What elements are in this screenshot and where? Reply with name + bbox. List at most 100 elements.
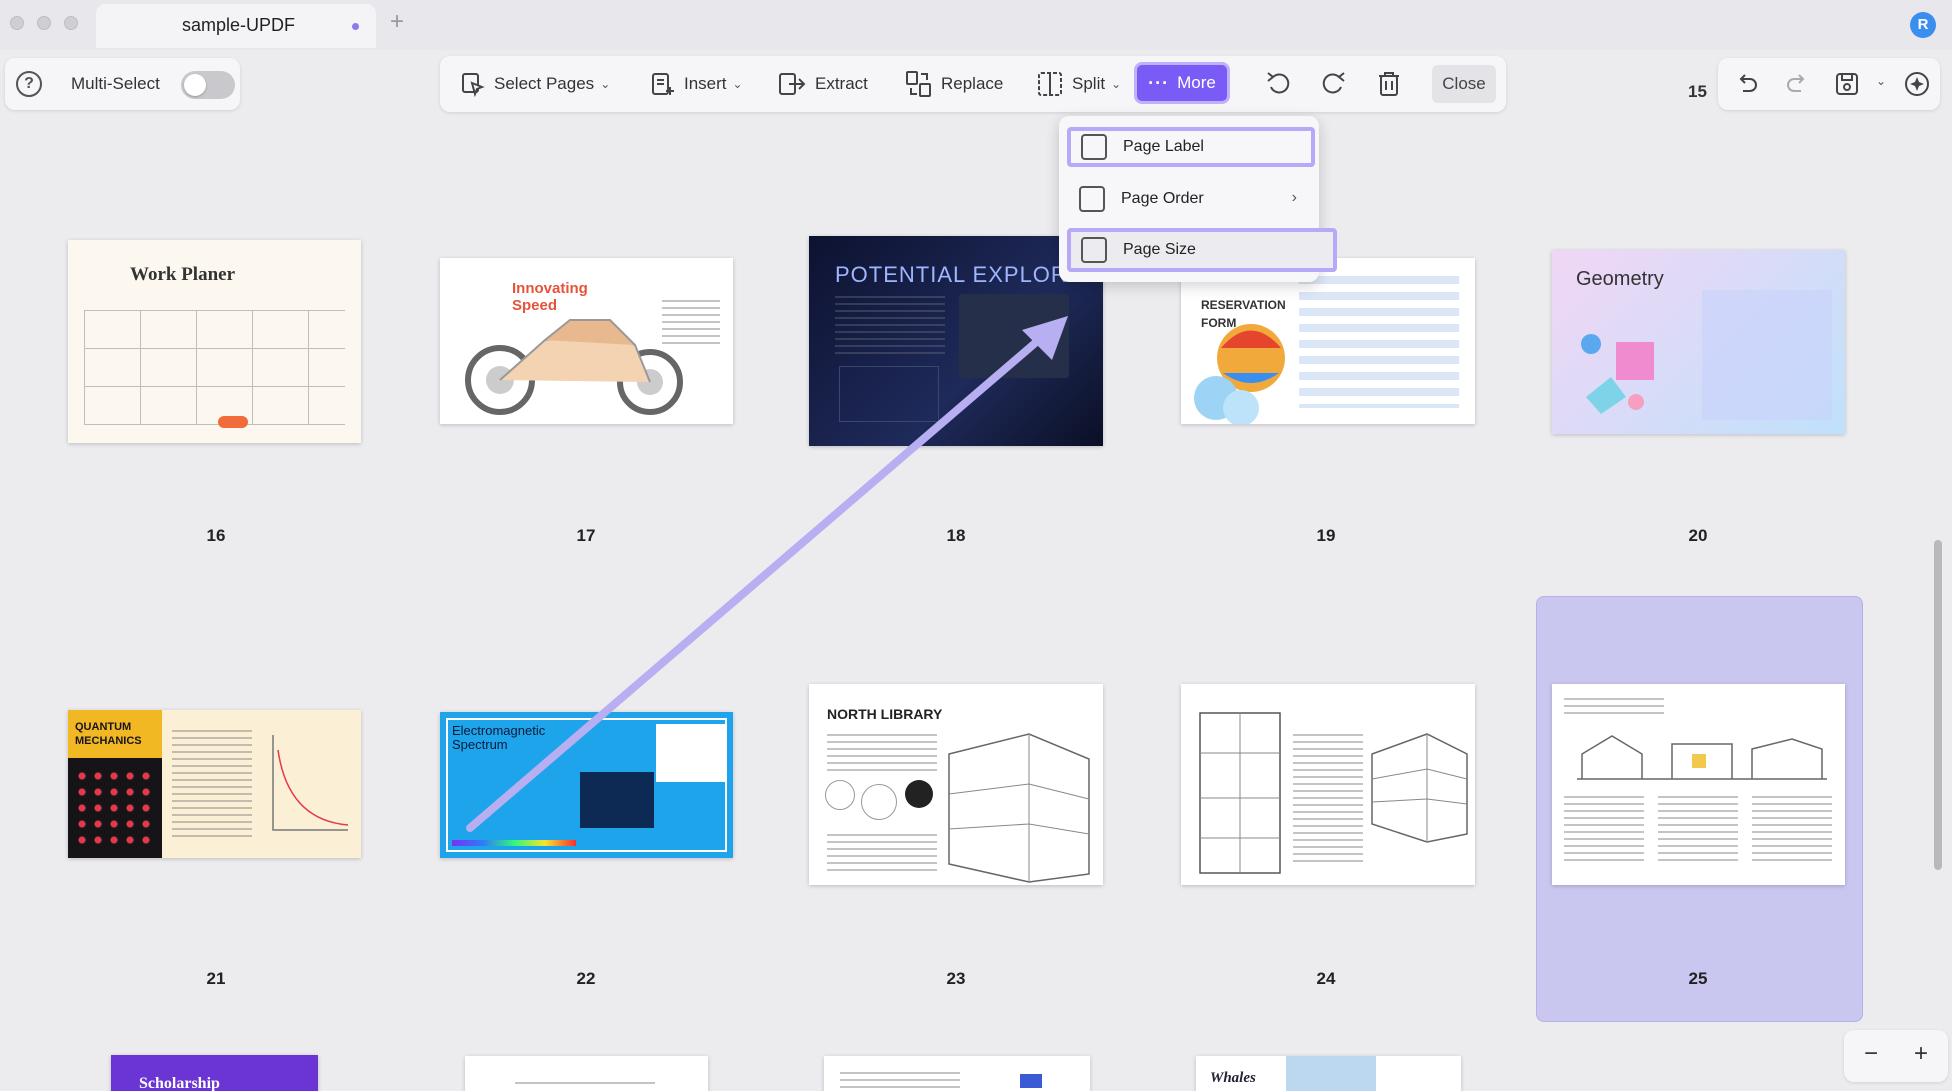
symbol-grid xyxy=(74,768,156,850)
menu-item-page-size[interactable]: Page Size xyxy=(1067,228,1337,272)
trash-icon[interactable] xyxy=(1374,69,1404,99)
save-icon[interactable] xyxy=(1834,71,1860,97)
page-title: Electromagnetic Spectrum xyxy=(452,723,546,752)
page-thumbnail-19[interactable]: RESERVATION FORM xyxy=(1181,258,1475,424)
text-block xyxy=(1658,796,1738,866)
hot-air-balloon-illustration xyxy=(1194,324,1285,424)
page-number: 24 xyxy=(1316,969,1336,988)
text-block xyxy=(172,730,252,840)
insert-icon xyxy=(652,73,674,95)
replace-label: Replace xyxy=(941,74,1004,93)
page-thumbnail-23[interactable]: NORTH LIBRARY xyxy=(809,684,1103,885)
ai-assistant-icon[interactable] xyxy=(1902,69,1932,99)
select-pages-button[interactable]: Select Pages ⌄ xyxy=(460,66,610,102)
building-section-sketch xyxy=(1577,735,1827,780)
page-thumbnail-24[interactable] xyxy=(1181,684,1475,885)
text-block xyxy=(827,834,937,874)
page-thumbnail-17[interactable]: Innovating Speed xyxy=(440,258,733,424)
page-thumbnail-27[interactable] xyxy=(465,1056,708,1091)
data-panel xyxy=(959,294,1069,378)
page-title: Geometry xyxy=(1576,268,1664,290)
tab-title: sample-UPDF xyxy=(182,15,296,35)
rotate-left-icon[interactable] xyxy=(1264,69,1294,99)
user-avatar[interactable]: R xyxy=(1910,12,1936,38)
insert-button[interactable]: Insert ⌄ xyxy=(650,66,743,102)
page-number: 16 xyxy=(206,526,226,545)
help-icon[interactable]: ? xyxy=(16,71,42,97)
multi-select-toggle[interactable] xyxy=(181,71,235,99)
page-thumbnail-28[interactable] xyxy=(824,1056,1090,1091)
redo-icon[interactable] xyxy=(1784,71,1810,97)
minimize-window-button[interactable] xyxy=(37,16,51,30)
menu-item-label: Page Label xyxy=(1123,138,1204,155)
text-block xyxy=(1293,734,1363,864)
schedule-grid xyxy=(84,310,345,425)
image-panel xyxy=(580,772,654,828)
page-thumbnail-20[interactable]: Geometry xyxy=(1552,250,1845,434)
maximize-window-button[interactable] xyxy=(64,16,78,30)
page-title: NORTH LIBRARY xyxy=(827,706,943,722)
more-button[interactable]: ··· More xyxy=(1134,62,1230,104)
zoom-out-button[interactable]: − xyxy=(1864,1040,1878,1068)
replace-button[interactable]: Replace xyxy=(905,66,1003,102)
document-tab[interactable]: sample-UPDF xyxy=(96,4,376,48)
select-pages-icon xyxy=(462,73,485,97)
extract-label: Extract xyxy=(815,74,868,93)
page-title: Work Planer xyxy=(130,264,236,285)
menu-item-page-label[interactable]: Page Label xyxy=(1067,127,1315,167)
image-fragment xyxy=(1020,1074,1042,1088)
extract-button[interactable]: Extract xyxy=(777,66,868,102)
sketch-circle xyxy=(861,784,897,820)
page-thumbnail-26[interactable]: Scholarship xyxy=(111,1055,318,1091)
chevron-right-icon: › xyxy=(1291,189,1297,206)
page-title: Scholarship xyxy=(139,1075,220,1091)
close-window-button[interactable] xyxy=(10,16,24,30)
close-button[interactable]: Close xyxy=(1432,65,1496,103)
page-thumbnail-29[interactable]: Whales xyxy=(1196,1056,1461,1091)
text-block xyxy=(827,734,937,774)
page-count: 15 xyxy=(1688,82,1707,101)
select-pages-label: Select Pages xyxy=(494,74,595,93)
image-fragment xyxy=(1286,1056,1376,1091)
more-label: More xyxy=(1177,73,1216,92)
zoom-controls: − + xyxy=(1844,1030,1948,1082)
page-label-icon xyxy=(1081,134,1107,160)
replace-icon xyxy=(906,71,931,97)
building-sketch xyxy=(1371,733,1468,843)
insert-label: Insert xyxy=(684,74,727,93)
page-size-icon xyxy=(1081,237,1107,263)
new-tab-button[interactable]: + xyxy=(390,8,404,36)
page-number: 21 xyxy=(206,969,226,988)
rotate-right-icon[interactable] xyxy=(1318,69,1348,99)
split-label: Split xyxy=(1072,74,1106,93)
more-dots-icon: ··· xyxy=(1148,72,1170,93)
split-button[interactable]: Split ⌄ xyxy=(1036,66,1121,102)
vertical-scrollbar[interactable] xyxy=(1934,540,1942,870)
sketch-circle xyxy=(905,780,933,808)
multi-select-panel: ? Multi-Select xyxy=(5,58,240,110)
building-sketch xyxy=(948,733,1090,883)
undo-icon[interactable] xyxy=(1734,71,1760,97)
menu-item-page-order[interactable]: Page Order › xyxy=(1069,179,1309,219)
chart-panel xyxy=(839,366,939,422)
chevron-down-icon: ⌄ xyxy=(1111,77,1122,91)
page-thumbnail-21[interactable]: QUANTUM MECHANICS xyxy=(68,710,361,858)
page-number: 23 xyxy=(946,969,966,988)
spectrum-bar xyxy=(452,840,576,846)
chevron-down-icon[interactable]: ⌄ xyxy=(1876,74,1886,88)
right-toolbar: ⌄ xyxy=(1718,58,1940,110)
page-thumbnail-16[interactable]: Work Planer xyxy=(68,240,361,443)
graph-illustration xyxy=(272,735,349,831)
text-block xyxy=(1564,698,1664,716)
zoom-in-button[interactable]: + xyxy=(1914,1040,1928,1068)
sketch-circle xyxy=(825,780,855,810)
menu-item-label: Page Size xyxy=(1123,241,1196,258)
page-thumbnail-22[interactable]: Electromagnetic Spectrum xyxy=(440,712,733,858)
toggle-knob xyxy=(184,74,206,96)
page-thumbnail-25[interactable] xyxy=(1552,684,1845,885)
chevron-down-icon: ⌄ xyxy=(732,77,743,91)
decoration xyxy=(218,416,248,428)
page-order-icon xyxy=(1079,186,1105,212)
split-icon xyxy=(1038,72,1062,96)
page-number: 22 xyxy=(576,969,596,988)
